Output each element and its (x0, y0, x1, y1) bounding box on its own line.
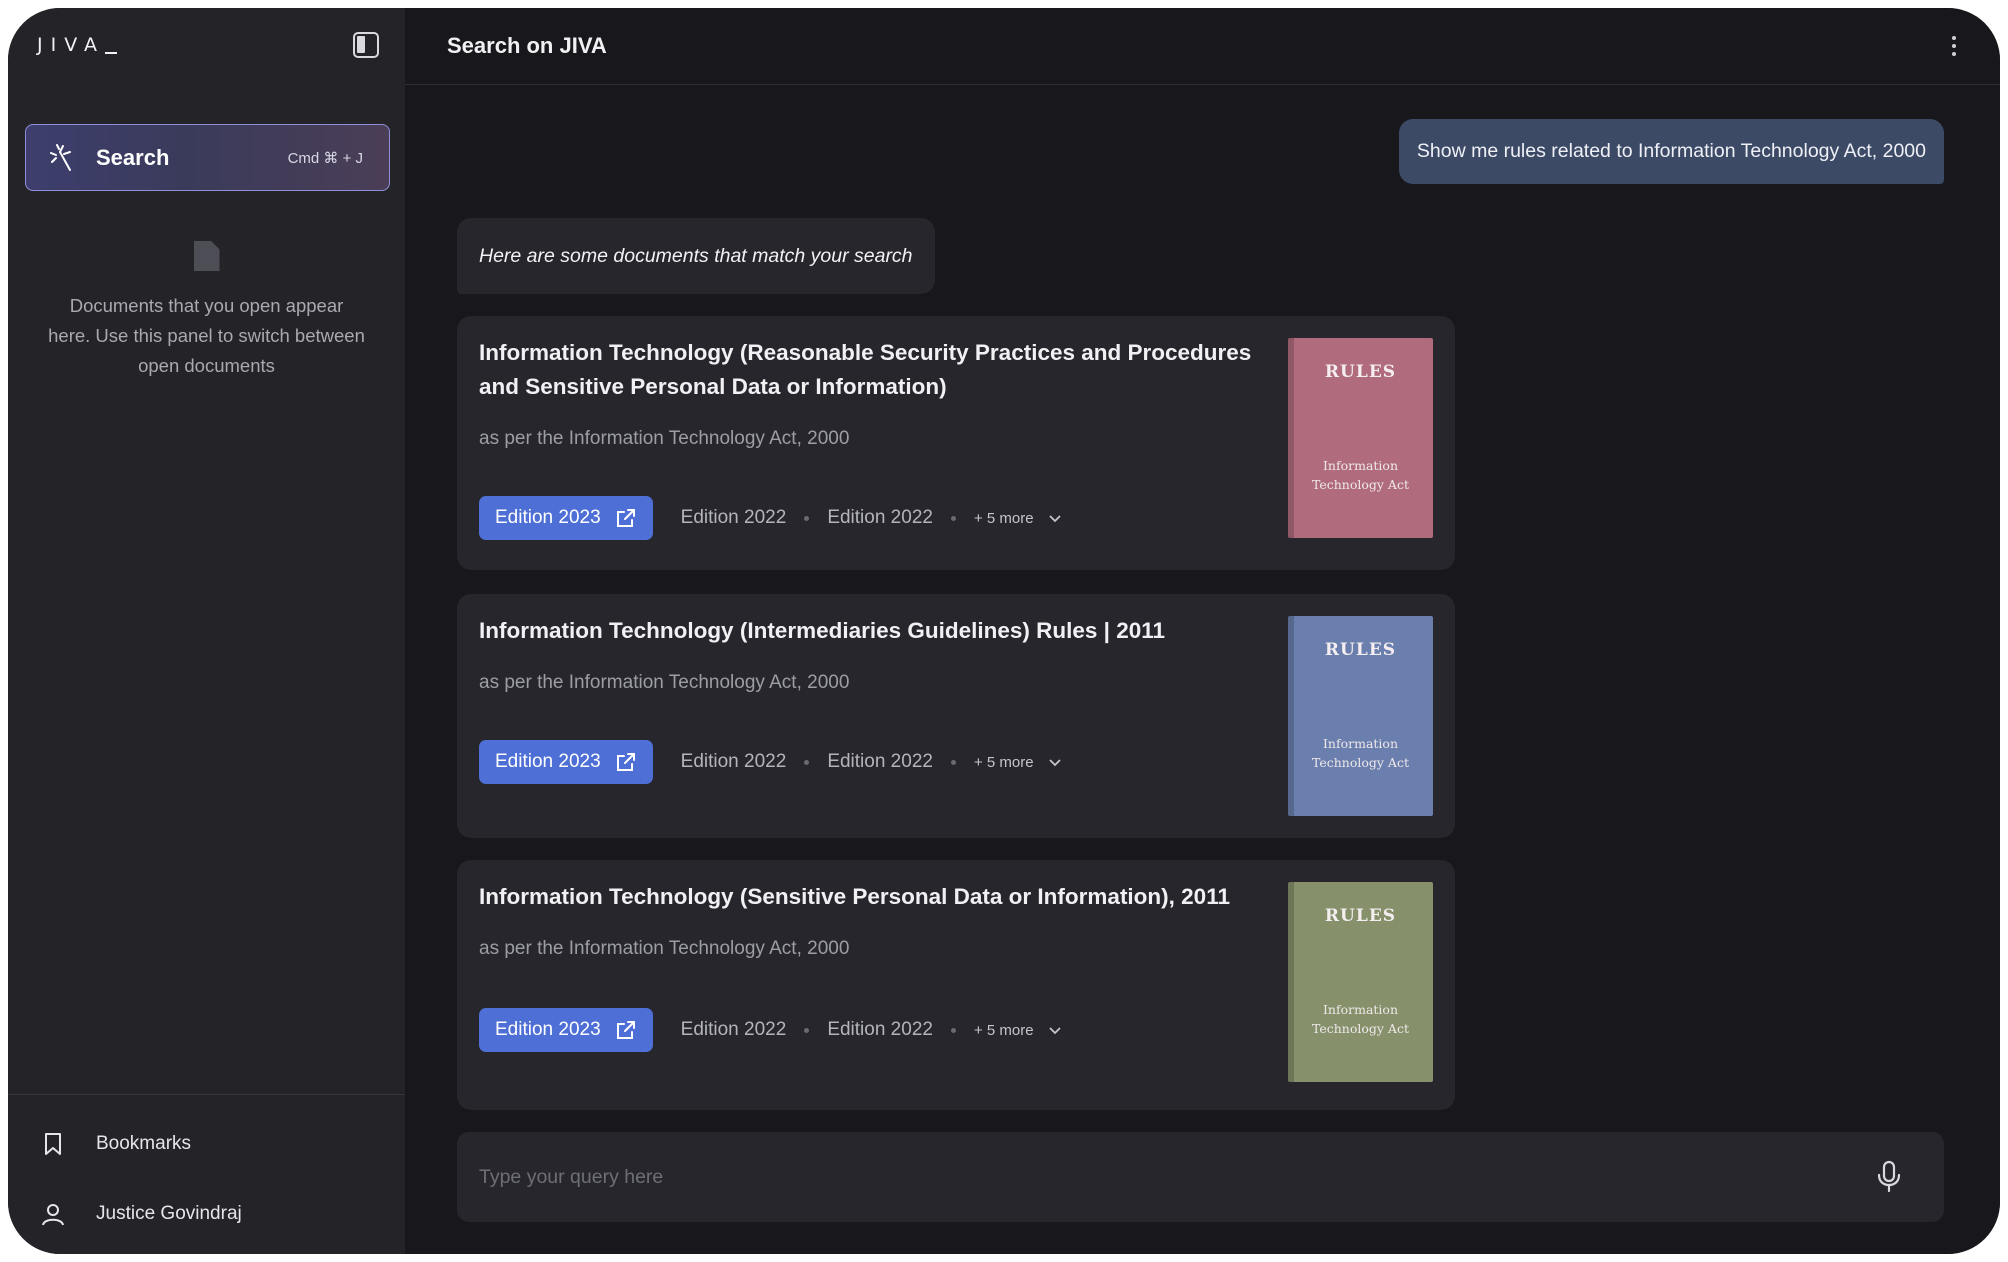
edition-link[interactable]: Edition 2022 (827, 1019, 933, 1041)
assistant-message: Here are some documents that match your … (457, 218, 935, 294)
page-title: Search on JIVA (447, 33, 607, 58)
top-bar: Search on JIVA (405, 8, 2000, 85)
edition-actions: Edition 2023 Edition 2022 Edition 2022 +… (479, 1008, 1062, 1052)
external-link-icon (616, 509, 635, 527)
edition-actions: Edition 2023 Edition 2022 Edition 2022 +… (479, 496, 1062, 540)
more-editions-button[interactable]: + 5 more (974, 1022, 1062, 1039)
search-label: Search (96, 144, 170, 170)
bookmarks-link[interactable]: Bookmarks (8, 1109, 405, 1179)
query-input[interactable] (479, 1165, 1874, 1189)
separator-dot (950, 759, 956, 765)
bookmark-icon (45, 1133, 61, 1155)
external-link-icon (616, 1021, 635, 1039)
more-editions-button[interactable]: + 5 more (974, 510, 1062, 527)
result-card[interactable]: Information Technology (Intermediaries G… (457, 594, 1455, 838)
toggle-sidebar-icon[interactable] (353, 32, 379, 58)
result-title[interactable]: Information Technology (Sensitive Person… (479, 880, 1259, 914)
sidebar: JIVA Search Cmd ⌘ + J Documents that you… (8, 8, 405, 1254)
main-panel: Search on JIVA Show me rules related to … (405, 8, 2000, 1254)
edition-2023-button[interactable]: Edition 2023 (479, 1008, 653, 1052)
book-cover: RULES Information Technology Act (1288, 882, 1433, 1082)
chevron-down-icon (1048, 1027, 1061, 1035)
book-subtitle: Information Technology Act (1311, 1002, 1409, 1036)
result-title[interactable]: Information Technology (Intermediaries G… (479, 614, 1259, 648)
edition-2023-button[interactable]: Edition 2023 (479, 496, 653, 540)
edition-link[interactable]: Edition 2022 (681, 1019, 787, 1041)
user-profile-link[interactable]: Justice Govindraj (8, 1179, 405, 1249)
microphone-icon[interactable] (1874, 1160, 1904, 1194)
app-window: JIVA Search Cmd ⌘ + J Documents that you… (8, 8, 2000, 1254)
book-cover: RULES Information Technology Act (1288, 616, 1433, 816)
more-options-icon[interactable] (1948, 32, 1960, 60)
edition-link[interactable]: Edition 2022 (827, 751, 933, 773)
result-subtitle: as per the Information Technology Act, 2… (479, 938, 850, 959)
chevron-down-icon (1048, 759, 1061, 767)
more-editions-label: + 5 more (973, 509, 1034, 527)
result-title[interactable]: Information Technology (Reasonable Secur… (479, 336, 1259, 404)
sidebar-footer: Bookmarks Justice Govindraj (8, 1094, 405, 1254)
sidebar-header: JIVA (8, 8, 405, 82)
edition-link[interactable]: Edition 2022 (681, 751, 787, 773)
book-label: RULES (1324, 362, 1397, 382)
user-message: Show me rules related to Information Tec… (1398, 119, 1944, 184)
logo-text: JIVA (37, 34, 105, 56)
open-documents-empty-state: Documents that you open appear here. Use… (8, 241, 405, 381)
book-cover: RULES Information Technology Act (1288, 338, 1433, 538)
more-editions-label: + 5 more (973, 1021, 1034, 1039)
user-icon (42, 1204, 64, 1226)
chevron-down-icon (1048, 515, 1061, 523)
separator-dot (804, 759, 810, 765)
separator-dot (804, 1027, 810, 1033)
edition-2023-button[interactable]: Edition 2023 (479, 740, 653, 784)
result-subtitle: as per the Information Technology Act, 2… (479, 428, 850, 449)
document-icon (193, 241, 220, 271)
result-subtitle: as per the Information Technology Act, 2… (479, 672, 850, 693)
result-card[interactable]: Information Technology (Reasonable Secur… (457, 316, 1455, 570)
edition-primary-label: Edition 2023 (495, 751, 601, 772)
search-shortcut: Cmd ⌘ + J (287, 149, 363, 167)
book-subtitle: Information Technology Act (1311, 736, 1409, 770)
more-editions-label: + 5 more (973, 753, 1034, 771)
logo: JIVA (37, 34, 117, 56)
separator-dot (950, 515, 956, 521)
query-bar (457, 1132, 1944, 1222)
edition-primary-label: Edition 2023 (495, 507, 601, 528)
book-subtitle: Information Technology Act (1311, 458, 1409, 492)
more-editions-button[interactable]: + 5 more (974, 754, 1062, 771)
separator-dot (950, 1027, 956, 1033)
edition-actions: Edition 2023 Edition 2022 Edition 2022 +… (479, 740, 1062, 784)
bookmarks-label: Bookmarks (96, 1133, 192, 1154)
user-name: Justice Govindraj (96, 1203, 242, 1224)
search-button[interactable]: Search Cmd ⌘ + J (25, 124, 390, 191)
result-card[interactable]: Information Technology (Sensitive Person… (457, 860, 1455, 1110)
empty-state-text: Documents that you open appear here. Use… (48, 295, 365, 376)
logo-cursor (105, 52, 117, 54)
edition-link[interactable]: Edition 2022 (827, 507, 933, 529)
edition-link[interactable]: Edition 2022 (681, 507, 787, 529)
sparkle-search-icon (50, 143, 71, 171)
book-label: RULES (1324, 906, 1397, 926)
edition-primary-label: Edition 2023 (495, 1019, 601, 1040)
external-link-icon (616, 753, 635, 771)
book-label: RULES (1324, 640, 1397, 660)
separator-dot (804, 515, 810, 521)
